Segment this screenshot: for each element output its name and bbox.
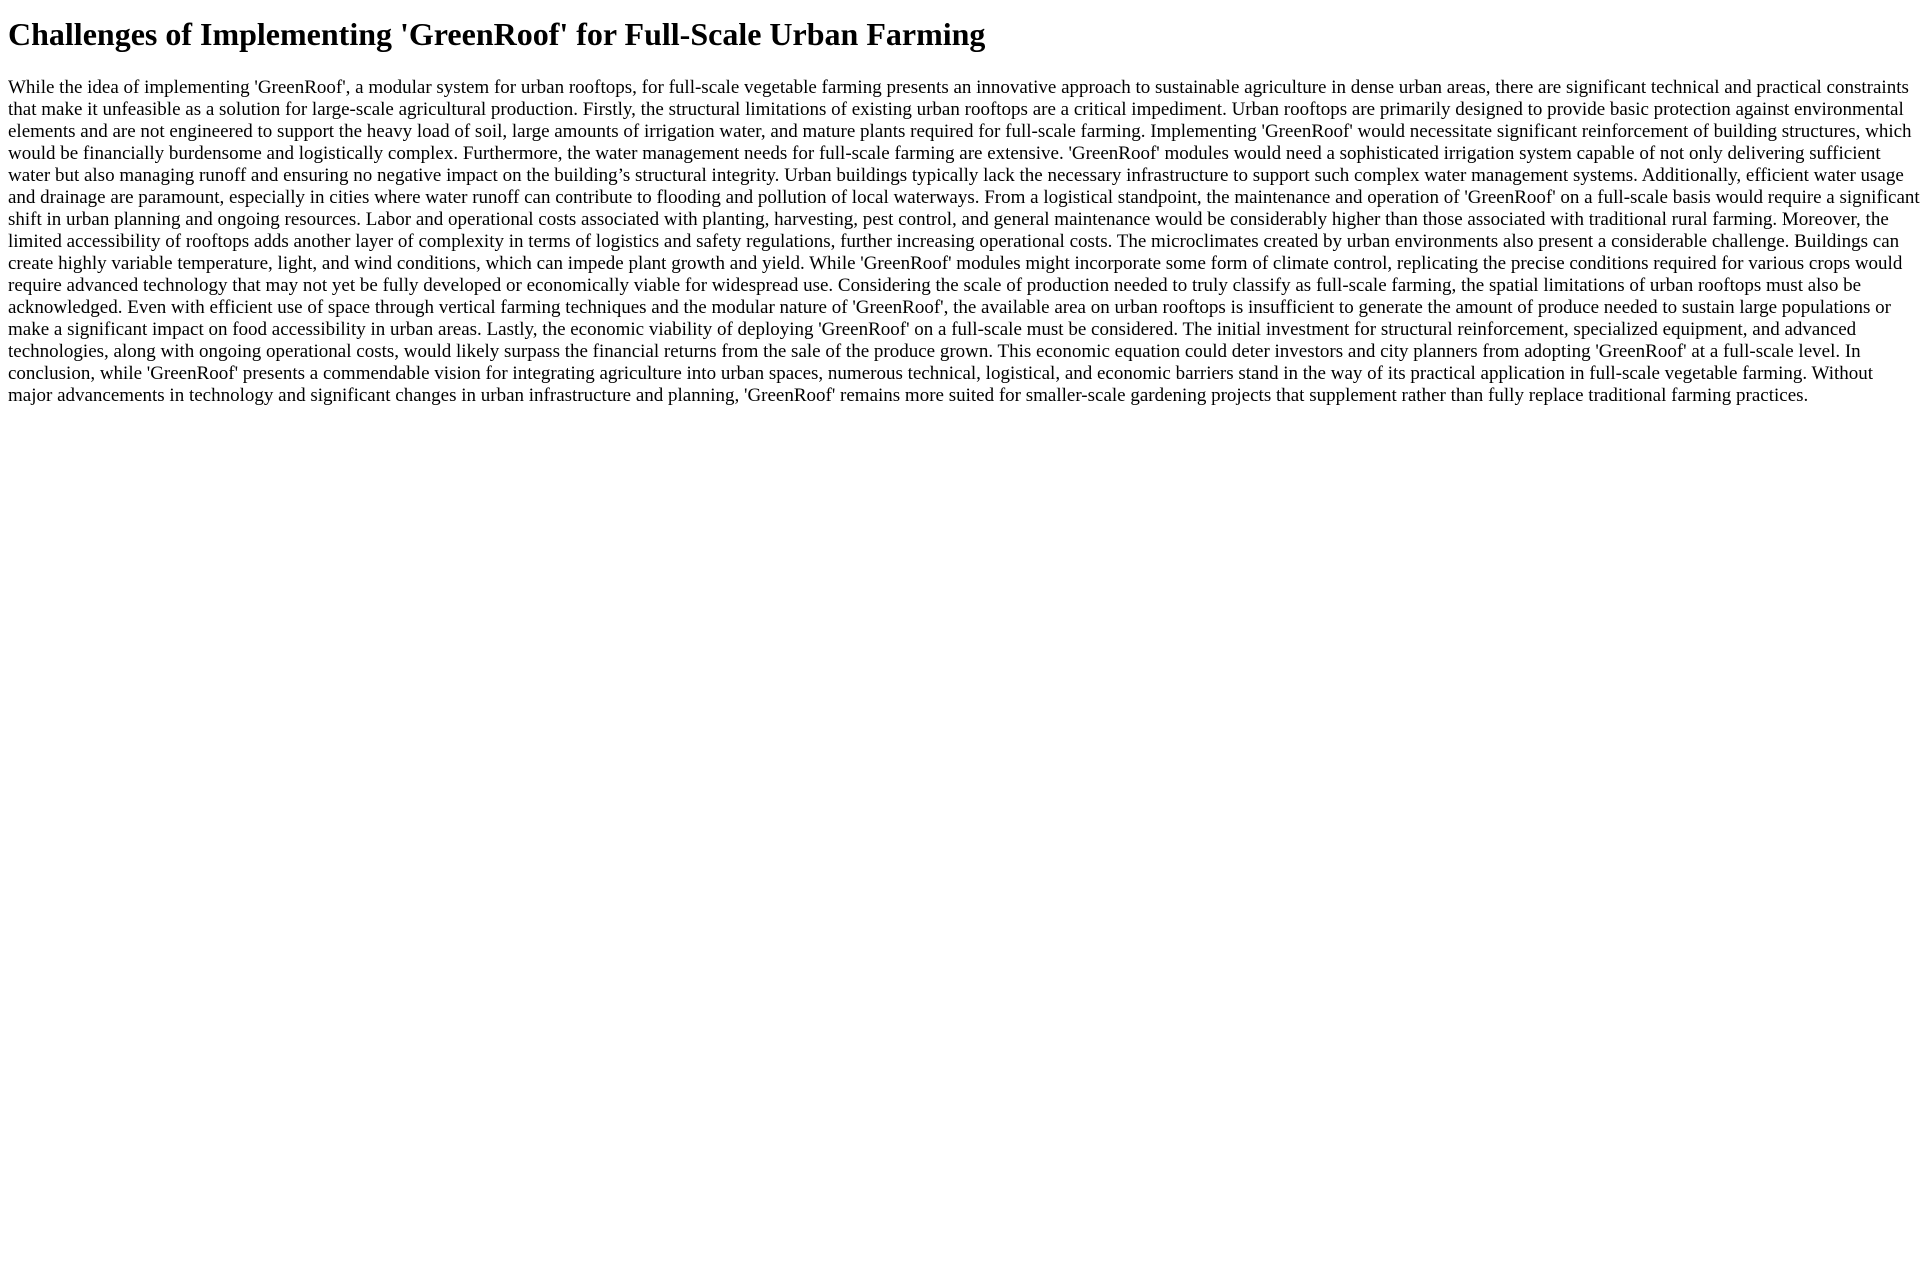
document-body-paragraph: While the idea of implementing 'GreenRoo…: [8, 77, 1920, 406]
document-page: Challenges of Implementing 'GreenRoof' f…: [0, 0, 1920, 407]
document-title: Challenges of Implementing 'GreenRoof' f…: [8, 16, 986, 52]
